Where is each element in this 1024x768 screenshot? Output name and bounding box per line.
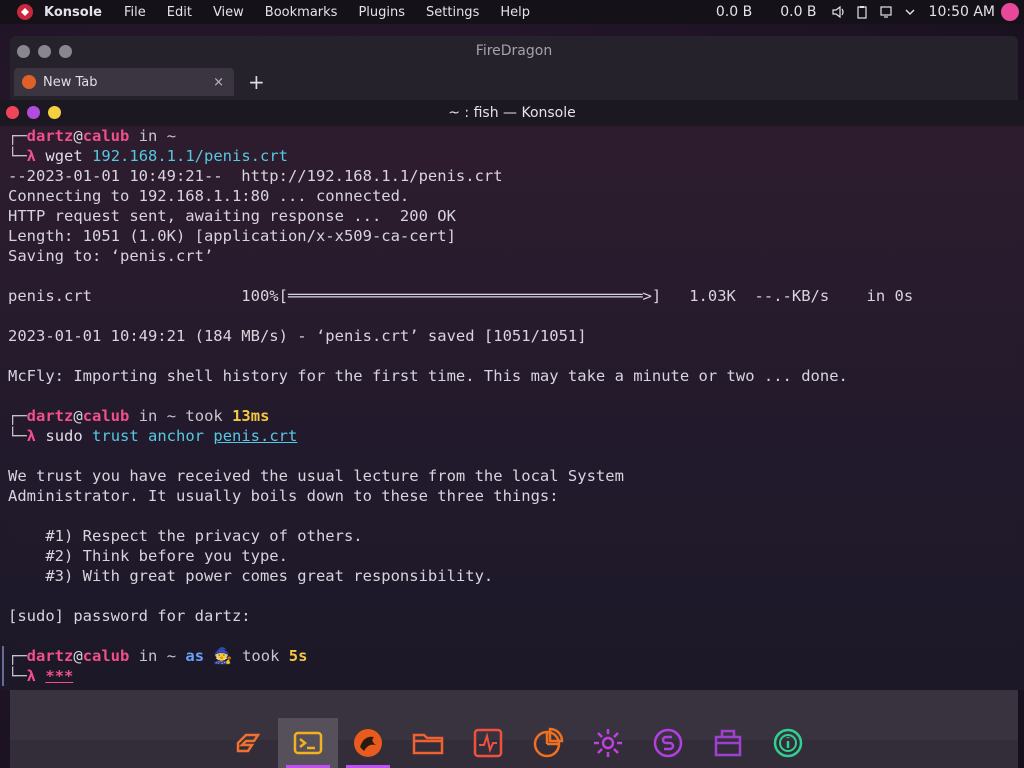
dock-icons	[218, 718, 818, 768]
command: wget	[45, 147, 83, 165]
info-icon[interactable]	[758, 718, 818, 768]
output-line: We trust you have received the usual lec…	[8, 467, 624, 485]
pie-chart-icon[interactable]	[518, 718, 578, 768]
konsole-titlebar: ~ : fish — Konsole	[0, 100, 1024, 126]
command: sudo	[45, 427, 83, 445]
menu-view[interactable]: View	[213, 5, 244, 20]
network-icon[interactable]	[879, 5, 893, 19]
prompt-dir: ~	[166, 647, 177, 665]
chevron-down-icon[interactable]	[903, 5, 917, 19]
prompt-host: calub	[82, 647, 130, 665]
new-tab-button[interactable]: +	[248, 70, 265, 94]
user-avatar[interactable]	[1001, 3, 1019, 21]
prompt-took: took	[185, 407, 223, 425]
konsole-icon[interactable]	[278, 718, 338, 768]
command-line[interactable]: └─λ ***	[2, 666, 1024, 686]
store-icon[interactable]	[638, 718, 698, 768]
tab-close-icon[interactable]: ×	[213, 75, 224, 90]
prompt-dir: ~	[166, 407, 177, 425]
net-up-stat: 0.0 B	[780, 4, 817, 20]
prompt-dir: ~	[166, 127, 177, 145]
menu-plugins[interactable]: Plugins	[358, 5, 405, 20]
top-panel: Konsole File Edit View Bookmarks Plugins…	[0, 0, 1024, 24]
browser-tabbar: New Tab × +	[10, 66, 1018, 98]
progress-line: penis.crt 100%[═════════════════════════…	[8, 287, 914, 305]
garuda-logo-icon[interactable]	[17, 4, 33, 20]
konsole-window: ~ : fish — Konsole ┌─dartz@calub in ~ └─…	[0, 100, 1024, 690]
menu-settings[interactable]: Settings	[426, 5, 479, 20]
prompt-line: ┌─dartz@calub in ~ as 🧙 took 5s	[2, 646, 1024, 666]
prompt-duration: 5s	[288, 647, 308, 665]
prompt-user: dartz	[26, 647, 74, 665]
system-tray: 0.0 B 0.0 B 10:50 AM	[716, 0, 1024, 24]
menu-help[interactable]: Help	[500, 5, 530, 20]
clock[interactable]: 10:50 AM	[929, 4, 995, 20]
command-arg: 192.168.1.1/penis.crt	[92, 147, 288, 165]
output-line: #3) With great power comes great respons…	[8, 567, 494, 585]
menu-edit[interactable]: Edit	[167, 5, 192, 20]
prompt-host: calub	[82, 407, 130, 425]
command-file-arg: penis.crt	[213, 427, 298, 445]
sudo-prompt-line: [sudo] password for dartz:	[8, 607, 251, 625]
firedragon-favicon-icon	[22, 75, 36, 89]
prompt-in: in	[138, 407, 158, 425]
tab-label: New Tab	[43, 74, 98, 90]
output-line: --2023-01-01 10:49:21-- http://192.168.1…	[8, 167, 503, 185]
wizard-icon: 🧙	[213, 647, 233, 665]
prompt-duration: 13ms	[232, 407, 270, 425]
command-line: └─λ wget 192.168.1.1/penis.crt	[8, 147, 288, 165]
output-line: Saving to: ‘penis.crt’	[8, 247, 214, 265]
dock	[10, 690, 1018, 768]
output-line: #2) Think before you type.	[8, 547, 288, 565]
menu-file[interactable]: File	[124, 5, 146, 20]
app-name[interactable]: Konsole	[44, 5, 102, 20]
prompt-line: ┌─dartz@calub in ~ took 13ms	[8, 407, 270, 425]
prompt-in: in	[138, 647, 158, 665]
prompt-as: as	[185, 647, 205, 665]
system-monitor-icon[interactable]	[458, 718, 518, 768]
menu-bookmarks[interactable]: Bookmarks	[265, 5, 338, 20]
garuda-icon[interactable]	[218, 718, 278, 768]
prompt-took: took	[242, 647, 280, 665]
package-icon[interactable]	[698, 718, 758, 768]
prompt-host: calub	[82, 127, 130, 145]
browser-title: FireDragon	[475, 43, 553, 59]
settings-icon[interactable]	[578, 718, 638, 768]
output-line: 2023-01-01 10:49:21 (184 MB/s) - ‘penis.…	[8, 327, 587, 345]
output-line: HTTP request sent, awaiting response ...…	[8, 207, 456, 225]
prompt-user: dartz	[26, 407, 74, 425]
output-line: Length: 1051 (1.0K) [application/x-x509-…	[8, 227, 456, 245]
output-line: Connecting to 192.168.1.1:80 ... connect…	[8, 187, 410, 205]
output-line: #1) Respect the privacy of others.	[8, 527, 363, 545]
prompt-line: ┌─dartz@calub in ~	[8, 127, 177, 145]
command-line: └─λ sudo trust anchor penis.crt	[8, 427, 298, 445]
password-input[interactable]: ***	[45, 667, 73, 685]
folder-icon[interactable]	[398, 718, 458, 768]
browser-titlebar: FireDragon	[10, 36, 1018, 66]
terminal-area[interactable]: ┌─dartz@calub in ~ └─λ wget 192.168.1.1/…	[0, 126, 1024, 690]
konsole-title: ~ : fish — Konsole	[448, 105, 576, 121]
command-args: trust anchor	[92, 427, 205, 445]
output-line: Administrator. It usually boils down to …	[8, 487, 559, 505]
tab-new-tab[interactable]: New Tab ×	[14, 68, 234, 96]
prompt-in: in	[138, 127, 158, 145]
prompt-user: dartz	[26, 127, 74, 145]
clipboard-icon[interactable]	[855, 5, 869, 19]
net-down-stat: 0.0 B	[715, 4, 753, 20]
firedragon-icon[interactable]	[338, 718, 398, 768]
volume-icon[interactable]	[831, 5, 845, 19]
output-line: McFly: Importing shell history for the f…	[8, 367, 848, 385]
